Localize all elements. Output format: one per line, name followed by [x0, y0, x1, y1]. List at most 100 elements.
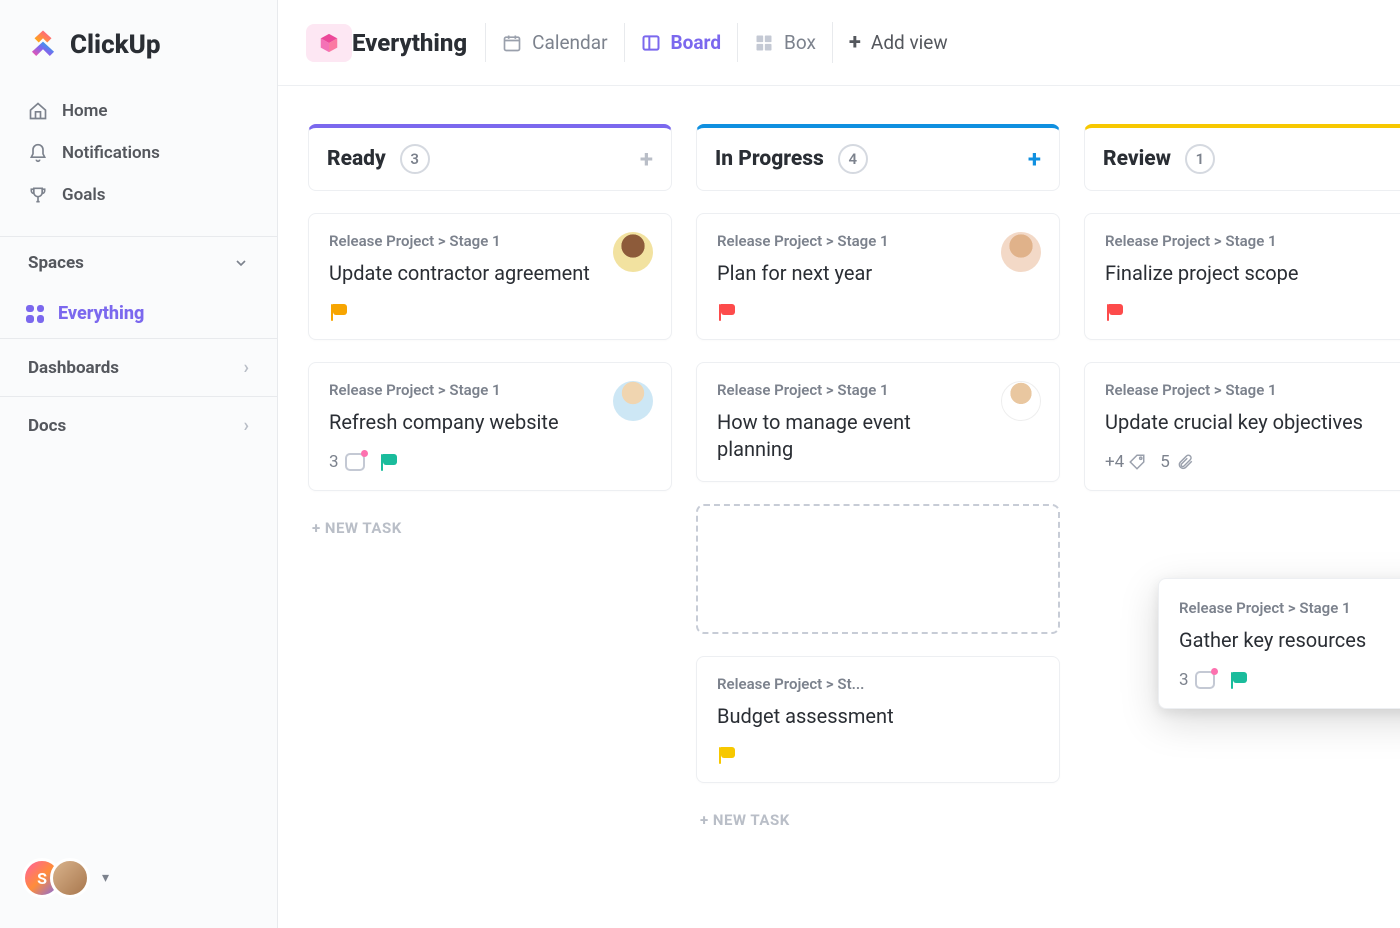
card-title: Refresh company website	[329, 409, 651, 436]
column-count: 3	[400, 144, 430, 174]
main: Everything Calendar Board Box + Add view	[278, 0, 1400, 928]
nav-notifications[interactable]: Notifications	[14, 132, 263, 174]
comment-indicator[interactable]: 3	[1179, 670, 1215, 690]
priority-flag-icon[interactable]	[379, 453, 397, 471]
card-breadcrumb: Release Project > Stage 1	[717, 232, 1039, 250]
nav-label: Goals	[62, 185, 106, 205]
calendar-icon	[502, 33, 522, 53]
tab-label: Calendar	[532, 31, 607, 54]
tag-count: +4	[1105, 452, 1124, 472]
card-breadcrumb: Release Project > Stage 1	[717, 381, 1039, 399]
assignee-avatar[interactable]	[1001, 381, 1041, 421]
priority-flag-icon[interactable]	[717, 303, 735, 321]
column-header: Review 1	[1084, 124, 1400, 191]
card-title: Gather key resources	[1179, 627, 1400, 654]
new-task-button[interactable]: + NEW TASK	[696, 805, 1060, 835]
card-breadcrumb: Release Project > Stage 1	[329, 232, 651, 250]
card-dropzone[interactable]	[696, 504, 1060, 634]
plus-icon: +	[849, 30, 861, 55]
board: Ready 3 + Release Project > Stage 1 Upda…	[278, 96, 1400, 928]
box-icon	[754, 33, 774, 53]
assignee-avatar[interactable]	[1001, 232, 1041, 272]
task-card[interactable]: Release Project > Stage 1 Refresh compan…	[308, 362, 672, 491]
view-everything-chip[interactable]	[306, 24, 352, 62]
spaces-header[interactable]: Spaces	[0, 236, 277, 289]
priority-flag-icon[interactable]	[1229, 671, 1247, 689]
card-breadcrumb: Release Project > Stage 1	[1105, 232, 1400, 250]
card-title: Update contractor agreement	[329, 260, 651, 287]
task-card[interactable]: Release Project > Stage 1 Finalize proje…	[1084, 213, 1400, 340]
column-review: Review 1 Release Project > Stage 1 Final…	[1084, 124, 1400, 928]
task-card[interactable]: Release Project > Stage 1 Plan for next …	[696, 213, 1060, 340]
nav-goals[interactable]: Goals	[14, 174, 263, 216]
card-breadcrumb: Release Project > Stage 1	[1179, 599, 1400, 617]
add-view-button[interactable]: + Add view	[832, 22, 964, 63]
card-breadcrumb: Release Project > Stage 1	[1105, 381, 1400, 399]
user-avatar-photo	[50, 858, 90, 898]
task-card[interactable]: Release Project > St... Budget assessmen…	[696, 656, 1060, 783]
priority-flag-icon[interactable]	[329, 303, 347, 321]
page-title: Everything	[352, 29, 485, 57]
task-card[interactable]: Release Project > Stage 1 Update crucial…	[1084, 362, 1400, 491]
column-count: 1	[1185, 144, 1215, 174]
attachment-indicator[interactable]: 5	[1160, 452, 1194, 472]
nav-label: Notifications	[62, 143, 160, 163]
assignee-avatar[interactable]	[613, 232, 653, 272]
everything-label: Everything	[58, 303, 144, 324]
sidebar-item-dashboards[interactable]: Dashboards ›	[0, 338, 277, 396]
column-add-button[interactable]: +	[640, 145, 653, 173]
chevron-right-icon: ›	[244, 357, 249, 378]
column-title: In Progress	[715, 147, 824, 171]
topbar: Everything Calendar Board Box + Add view	[278, 0, 1400, 86]
dashboards-label: Dashboards	[28, 358, 119, 378]
column-add-button[interactable]: +	[1028, 145, 1041, 173]
card-breadcrumb: Release Project > Stage 1	[329, 381, 651, 399]
dragging-card[interactable]: Release Project > Stage 1 Gather key res…	[1158, 578, 1400, 709]
home-icon	[28, 101, 48, 121]
tag-icon	[1128, 453, 1146, 471]
task-card[interactable]: Release Project > Stage 1 How to manage …	[696, 362, 1060, 482]
clickup-logo-icon	[26, 28, 60, 62]
chevron-down-icon	[233, 255, 249, 271]
user-footer[interactable]: S ▾	[0, 836, 277, 928]
card-title: How to manage event planning	[717, 409, 1039, 463]
priority-flag-icon[interactable]	[717, 746, 735, 764]
comment-count: 3	[1179, 670, 1189, 690]
trophy-icon	[28, 185, 48, 205]
add-view-label: Add view	[871, 31, 948, 54]
spaces-label: Spaces	[28, 253, 84, 273]
column-title: Ready	[327, 147, 386, 171]
paperclip-icon	[1176, 453, 1194, 471]
chevron-right-icon: ›	[244, 415, 249, 436]
card-title: Budget assessment	[717, 703, 1039, 730]
tag-indicator[interactable]: +4	[1105, 452, 1146, 472]
tab-board[interactable]: Board	[624, 23, 738, 62]
sidebar-item-docs[interactable]: Docs ›	[0, 396, 277, 454]
sidebar-item-everything[interactable]: Everything	[0, 289, 277, 338]
docs-label: Docs	[28, 416, 66, 436]
card-title: Update crucial key objectives	[1105, 409, 1400, 436]
sidebar: ClickUp Home Notifications Goals Spaces	[0, 0, 278, 928]
column-header: Ready 3 +	[308, 124, 672, 191]
new-task-button[interactable]: + NEW TASK	[308, 513, 672, 543]
column-in-progress: In Progress 4 + Release Project > Stage …	[696, 124, 1060, 928]
cube-icon	[318, 32, 340, 54]
nav-home[interactable]: Home	[14, 90, 263, 132]
primary-nav: Home Notifications Goals	[0, 84, 277, 236]
attachment-count: 5	[1160, 452, 1170, 472]
assignee-avatar[interactable]	[613, 381, 653, 421]
column-ready: Ready 3 + Release Project > Stage 1 Upda…	[308, 124, 672, 928]
app-name: ClickUp	[70, 30, 161, 60]
comment-indicator[interactable]: 3	[329, 452, 365, 472]
tab-calendar[interactable]: Calendar	[485, 23, 623, 62]
card-title: Finalize project scope	[1105, 260, 1400, 287]
task-card[interactable]: Release Project > Stage 1 Update contrac…	[308, 213, 672, 340]
board-icon	[641, 33, 661, 53]
app-logo[interactable]: ClickUp	[0, 0, 277, 84]
everything-icon	[26, 305, 44, 323]
caret-down-icon: ▾	[94, 870, 109, 886]
tab-box[interactable]: Box	[737, 23, 832, 62]
avatar-stack: S	[22, 858, 90, 898]
priority-flag-icon[interactable]	[1105, 303, 1123, 321]
comment-bubble-icon	[1195, 671, 1215, 689]
